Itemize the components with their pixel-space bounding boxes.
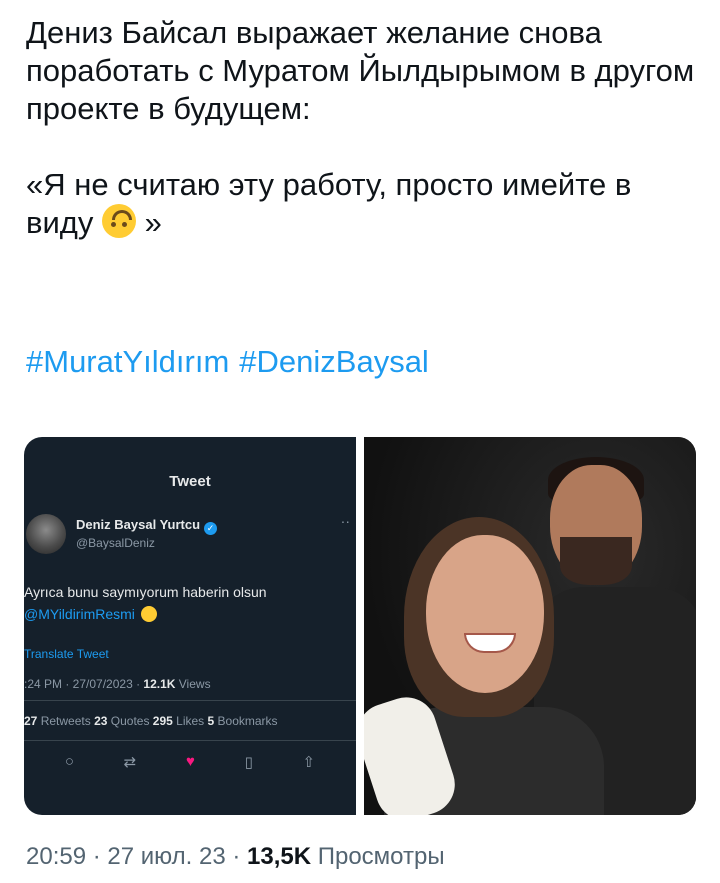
divider — [24, 740, 356, 741]
embedded-handle: @BaysalDeniz — [76, 536, 155, 550]
more-icon: ·· — [340, 513, 350, 529]
bookmark-icon: ▯ — [244, 754, 253, 771]
hashtags: #MuratYıldırım #DenizBaysal — [26, 343, 439, 381]
hashtag-murat[interactable]: #MuratYıldırım — [26, 344, 229, 379]
reply-icon: ○ — [64, 753, 74, 770]
embedded-title: Tweet — [169, 473, 211, 490]
tweet-timestamp[interactable]: 20:59 · 27 июл. 23 · 13,5K Просмотры — [26, 843, 445, 871]
retweet-icon: ⇄ — [123, 754, 137, 771]
embedded-body: Ayrıca bunu saymıyorum haberin olsun @MYi… — [24, 584, 267, 622]
avatar — [26, 514, 66, 554]
upside-down-face-emoji — [102, 204, 136, 238]
tweet-quote: «Я не считаю эту работу, просто имейте в… — [26, 167, 632, 240]
verified-badge-icon: ✓ — [204, 522, 218, 535]
embedded-author: Deniz Baysal Yurtcu ✓ — [76, 517, 218, 535]
embedded-meta: :24 PM · 27/07/2023 · 12.1K Views — [24, 677, 211, 691]
upside-down-face-emoji — [140, 606, 157, 622]
like-icon: ♥ — [185, 753, 195, 770]
embedded-stats: 27 Retweets 23 Quotes 295 Likes 5 Bookma… — [24, 714, 278, 728]
divider — [24, 700, 356, 701]
media-image-2[interactable] — [364, 437, 696, 815]
tweet-text-line1: Дениз Байсал выражает желание снова пора… — [26, 15, 695, 126]
hashtag-deniz[interactable]: #DenizBaysal — [239, 344, 429, 379]
share-icon: ⇧ — [302, 754, 316, 771]
embedded-actions: ○ ⇄ ♥ ▯ ⇧ — [40, 753, 340, 771]
media-image-1[interactable]: Tweet Deniz Baysal Yurtcu ✓ @BaysalDeniz … — [24, 437, 356, 815]
translate-link: Translate Tweet — [24, 647, 109, 661]
tweet-text: Дениз Байсал выражает желание снова пора… — [26, 14, 706, 242]
mention-link: @MYildirimResmi — [24, 606, 135, 622]
